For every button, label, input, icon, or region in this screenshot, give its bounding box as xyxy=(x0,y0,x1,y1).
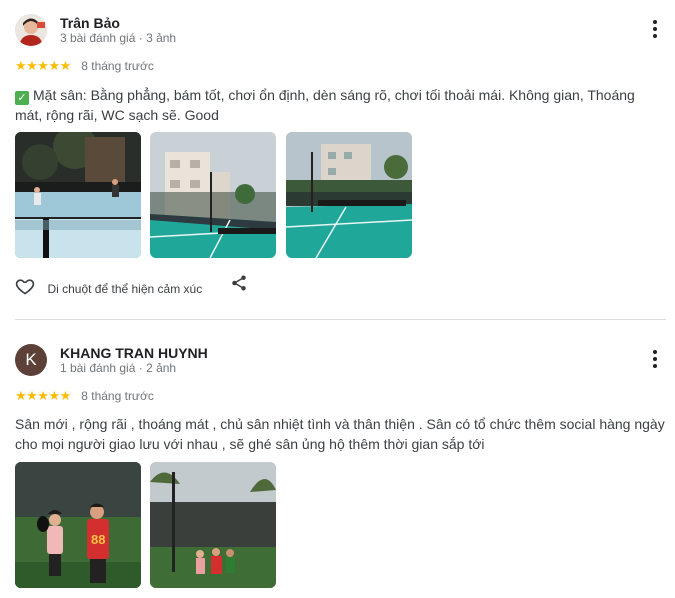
review-photo[interactable] xyxy=(15,132,141,258)
divider xyxy=(15,319,666,320)
share-icon[interactable] xyxy=(230,274,248,297)
more-options-button[interactable] xyxy=(651,20,659,38)
reviewer-avatar[interactable] xyxy=(15,14,47,46)
rating-row: ★★★★★ 8 tháng trước xyxy=(15,57,154,73)
review-text: Sân mới , rộng rãi , thoáng mát , chủ sâ… xyxy=(15,416,665,452)
more-vert-icon xyxy=(651,20,659,38)
heart-icon[interactable] xyxy=(15,276,35,301)
reviewer-name[interactable]: Trân Bảo xyxy=(60,15,120,31)
reviewer-avatar[interactable]: K xyxy=(15,344,47,376)
review-time: 8 tháng trước xyxy=(81,58,154,73)
svg-text:88: 88 xyxy=(91,532,105,547)
star-rating: ★★★★★ xyxy=(15,57,71,73)
review-photo[interactable] xyxy=(150,462,277,588)
reviewer-name[interactable]: KHANG TRAN HUYNH xyxy=(60,345,208,361)
review-actions: Di chuột để thể hiện cảm xúc xyxy=(15,275,246,301)
review-photos xyxy=(15,132,417,258)
more-vert-icon xyxy=(651,350,659,368)
reviewer-meta: 1 bài đánh giá · 2 ảnh xyxy=(60,361,177,375)
react-label: Di chuột để thể hiện cảm xúc xyxy=(47,281,203,296)
more-options-button[interactable] xyxy=(651,350,659,368)
star-rating: ★★★★★ xyxy=(15,387,71,403)
review-photo[interactable] xyxy=(285,132,412,258)
check-box-icon: ✓ xyxy=(15,91,29,105)
review-photo[interactable] xyxy=(150,132,277,258)
review-text: ✓ Mặt sân: Bằng phẳng, bám tốt, chơi ổn đ… xyxy=(15,85,665,125)
review-text-body: Mặt sân: Bằng phẳng, bám tốt, chơi ổn đị… xyxy=(15,87,635,123)
review-time: 8 tháng trước xyxy=(81,388,154,403)
rating-row: ★★★★★ 8 tháng trước xyxy=(15,387,154,403)
review-photo[interactable]: 88 xyxy=(15,462,141,588)
reviewer-meta: 3 bài đánh giá · 3 ảnh xyxy=(60,31,177,45)
review-photos: 88 xyxy=(15,462,281,588)
